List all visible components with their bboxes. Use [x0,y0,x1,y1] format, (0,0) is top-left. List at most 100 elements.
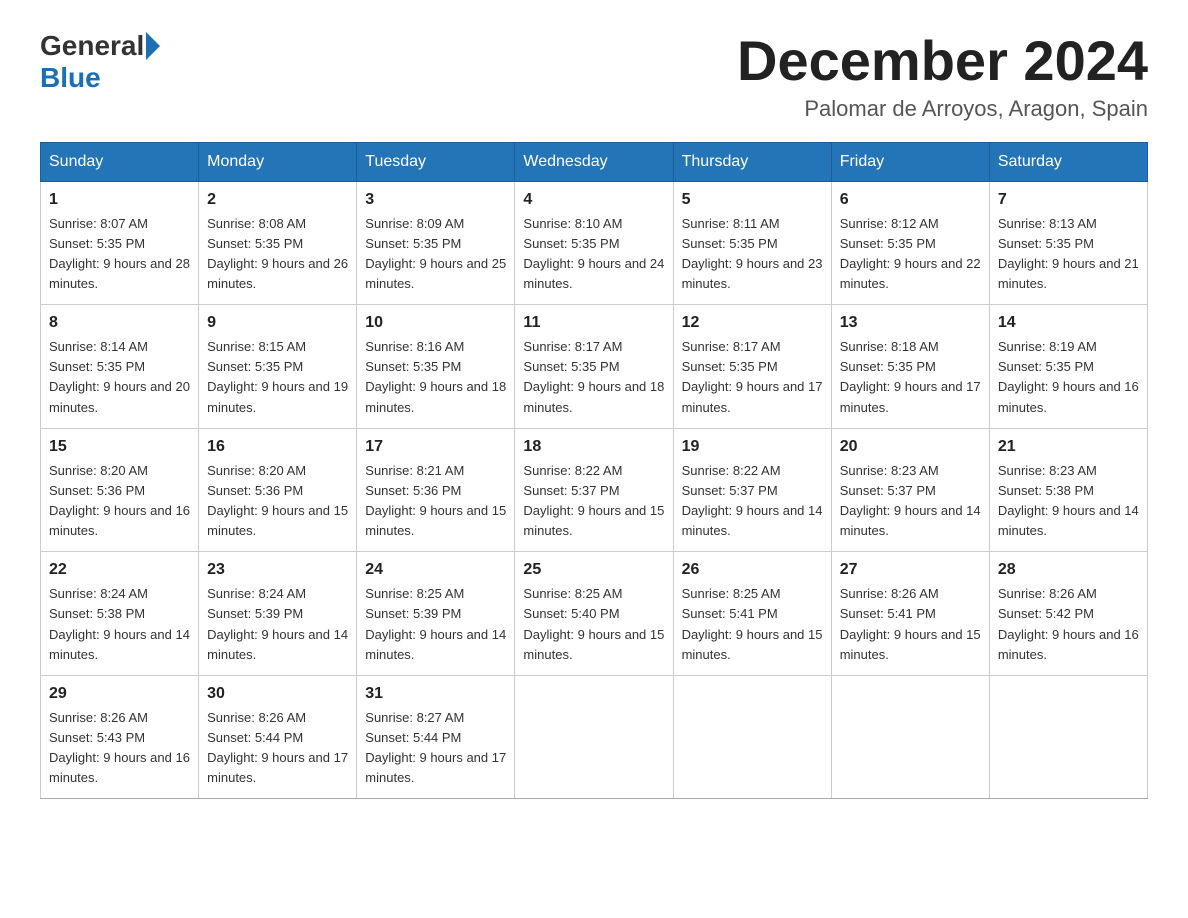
calendar-day-cell: 24 Sunrise: 8:25 AMSunset: 5:39 PMDaylig… [357,552,515,676]
day-number: 4 [523,188,664,212]
calendar-day-header: Monday [199,142,357,181]
calendar-day-cell: 12 Sunrise: 8:17 AMSunset: 5:35 PMDaylig… [673,305,831,429]
calendar-header-row: SundayMondayTuesdayWednesdayThursdayFrid… [41,142,1148,181]
day-number: 25 [523,558,664,582]
calendar-day-cell: 17 Sunrise: 8:21 AMSunset: 5:36 PMDaylig… [357,428,515,552]
day-number: 28 [998,558,1139,582]
day-info: Sunrise: 8:18 AMSunset: 5:35 PMDaylight:… [840,339,981,414]
day-info: Sunrise: 8:17 AMSunset: 5:35 PMDaylight:… [523,339,664,414]
day-info: Sunrise: 8:11 AMSunset: 5:35 PMDaylight:… [682,216,823,291]
calendar-day-cell: 27 Sunrise: 8:26 AMSunset: 5:41 PMDaylig… [831,552,989,676]
day-info: Sunrise: 8:07 AMSunset: 5:35 PMDaylight:… [49,216,190,291]
calendar-day-cell: 28 Sunrise: 8:26 AMSunset: 5:42 PMDaylig… [989,552,1147,676]
day-number: 27 [840,558,981,582]
day-info: Sunrise: 8:09 AMSunset: 5:35 PMDaylight:… [365,216,506,291]
day-number: 22 [49,558,190,582]
day-number: 17 [365,435,506,459]
day-number: 21 [998,435,1139,459]
calendar-day-cell [673,675,831,799]
day-info: Sunrise: 8:22 AMSunset: 5:37 PMDaylight:… [682,463,823,538]
day-info: Sunrise: 8:23 AMSunset: 5:37 PMDaylight:… [840,463,981,538]
day-number: 26 [682,558,823,582]
day-number: 9 [207,311,348,335]
calendar-day-cell [515,675,673,799]
logo-blue-text: Blue [40,62,101,94]
calendar-day-header: Sunday [41,142,199,181]
day-info: Sunrise: 8:26 AMSunset: 5:44 PMDaylight:… [207,710,348,785]
calendar-day-cell: 20 Sunrise: 8:23 AMSunset: 5:37 PMDaylig… [831,428,989,552]
day-number: 5 [682,188,823,212]
calendar-day-header: Saturday [989,142,1147,181]
day-info: Sunrise: 8:25 AMSunset: 5:39 PMDaylight:… [365,586,506,661]
calendar-table: SundayMondayTuesdayWednesdayThursdayFrid… [40,142,1148,800]
day-info: Sunrise: 8:27 AMSunset: 5:44 PMDaylight:… [365,710,506,785]
calendar-week-row: 22 Sunrise: 8:24 AMSunset: 5:38 PMDaylig… [41,552,1148,676]
logo: General Blue [40,30,162,94]
day-info: Sunrise: 8:17 AMSunset: 5:35 PMDaylight:… [682,339,823,414]
day-number: 29 [49,682,190,706]
day-info: Sunrise: 8:20 AMSunset: 5:36 PMDaylight:… [49,463,190,538]
calendar-day-cell: 8 Sunrise: 8:14 AMSunset: 5:35 PMDayligh… [41,305,199,429]
day-number: 19 [682,435,823,459]
calendar-day-cell: 14 Sunrise: 8:19 AMSunset: 5:35 PMDaylig… [989,305,1147,429]
day-info: Sunrise: 8:26 AMSunset: 5:42 PMDaylight:… [998,586,1139,661]
calendar-day-cell: 7 Sunrise: 8:13 AMSunset: 5:35 PMDayligh… [989,181,1147,305]
calendar-day-cell: 2 Sunrise: 8:08 AMSunset: 5:35 PMDayligh… [199,181,357,305]
day-number: 11 [523,311,664,335]
calendar-day-cell: 1 Sunrise: 8:07 AMSunset: 5:35 PMDayligh… [41,181,199,305]
calendar-day-cell: 6 Sunrise: 8:12 AMSunset: 5:35 PMDayligh… [831,181,989,305]
day-number: 18 [523,435,664,459]
day-info: Sunrise: 8:10 AMSunset: 5:35 PMDaylight:… [523,216,664,291]
day-info: Sunrise: 8:23 AMSunset: 5:38 PMDaylight:… [998,463,1139,538]
calendar-day-cell: 29 Sunrise: 8:26 AMSunset: 5:43 PMDaylig… [41,675,199,799]
calendar-day-header: Friday [831,142,989,181]
calendar-day-cell: 4 Sunrise: 8:10 AMSunset: 5:35 PMDayligh… [515,181,673,305]
day-info: Sunrise: 8:22 AMSunset: 5:37 PMDaylight:… [523,463,664,538]
day-info: Sunrise: 8:24 AMSunset: 5:38 PMDaylight:… [49,586,190,661]
day-number: 10 [365,311,506,335]
day-info: Sunrise: 8:14 AMSunset: 5:35 PMDaylight:… [49,339,190,414]
day-info: Sunrise: 8:13 AMSunset: 5:35 PMDaylight:… [998,216,1139,291]
day-info: Sunrise: 8:26 AMSunset: 5:43 PMDaylight:… [49,710,190,785]
day-number: 13 [840,311,981,335]
page-header: General Blue December 2024 Palomar de Ar… [40,30,1148,122]
day-number: 8 [49,311,190,335]
day-number: 12 [682,311,823,335]
day-info: Sunrise: 8:26 AMSunset: 5:41 PMDaylight:… [840,586,981,661]
day-number: 6 [840,188,981,212]
day-number: 20 [840,435,981,459]
calendar-day-cell: 10 Sunrise: 8:16 AMSunset: 5:35 PMDaylig… [357,305,515,429]
title-section: December 2024 Palomar de Arroyos, Aragon… [737,30,1148,122]
day-number: 1 [49,188,190,212]
calendar-day-cell: 16 Sunrise: 8:20 AMSunset: 5:36 PMDaylig… [199,428,357,552]
calendar-day-header: Tuesday [357,142,515,181]
logo-general-text: General [40,30,144,62]
calendar-week-row: 8 Sunrise: 8:14 AMSunset: 5:35 PMDayligh… [41,305,1148,429]
logo-arrow-icon [146,32,160,60]
calendar-week-row: 1 Sunrise: 8:07 AMSunset: 5:35 PMDayligh… [41,181,1148,305]
day-number: 14 [998,311,1139,335]
calendar-day-cell: 21 Sunrise: 8:23 AMSunset: 5:38 PMDaylig… [989,428,1147,552]
day-info: Sunrise: 8:21 AMSunset: 5:36 PMDaylight:… [365,463,506,538]
calendar-day-cell [989,675,1147,799]
calendar-day-header: Wednesday [515,142,673,181]
day-number: 30 [207,682,348,706]
day-info: Sunrise: 8:25 AMSunset: 5:41 PMDaylight:… [682,586,823,661]
calendar-day-cell: 9 Sunrise: 8:15 AMSunset: 5:35 PMDayligh… [199,305,357,429]
calendar-day-cell: 26 Sunrise: 8:25 AMSunset: 5:41 PMDaylig… [673,552,831,676]
calendar-day-cell: 13 Sunrise: 8:18 AMSunset: 5:35 PMDaylig… [831,305,989,429]
day-number: 31 [365,682,506,706]
calendar-day-cell: 30 Sunrise: 8:26 AMSunset: 5:44 PMDaylig… [199,675,357,799]
day-info: Sunrise: 8:25 AMSunset: 5:40 PMDaylight:… [523,586,664,661]
calendar-week-row: 29 Sunrise: 8:26 AMSunset: 5:43 PMDaylig… [41,675,1148,799]
day-info: Sunrise: 8:12 AMSunset: 5:35 PMDaylight:… [840,216,981,291]
day-number: 24 [365,558,506,582]
calendar-day-cell: 23 Sunrise: 8:24 AMSunset: 5:39 PMDaylig… [199,552,357,676]
month-title: December 2024 [737,30,1148,92]
day-info: Sunrise: 8:16 AMSunset: 5:35 PMDaylight:… [365,339,506,414]
calendar-day-cell: 19 Sunrise: 8:22 AMSunset: 5:37 PMDaylig… [673,428,831,552]
day-info: Sunrise: 8:08 AMSunset: 5:35 PMDaylight:… [207,216,348,291]
calendar-day-cell: 18 Sunrise: 8:22 AMSunset: 5:37 PMDaylig… [515,428,673,552]
day-number: 16 [207,435,348,459]
calendar-day-cell: 25 Sunrise: 8:25 AMSunset: 5:40 PMDaylig… [515,552,673,676]
